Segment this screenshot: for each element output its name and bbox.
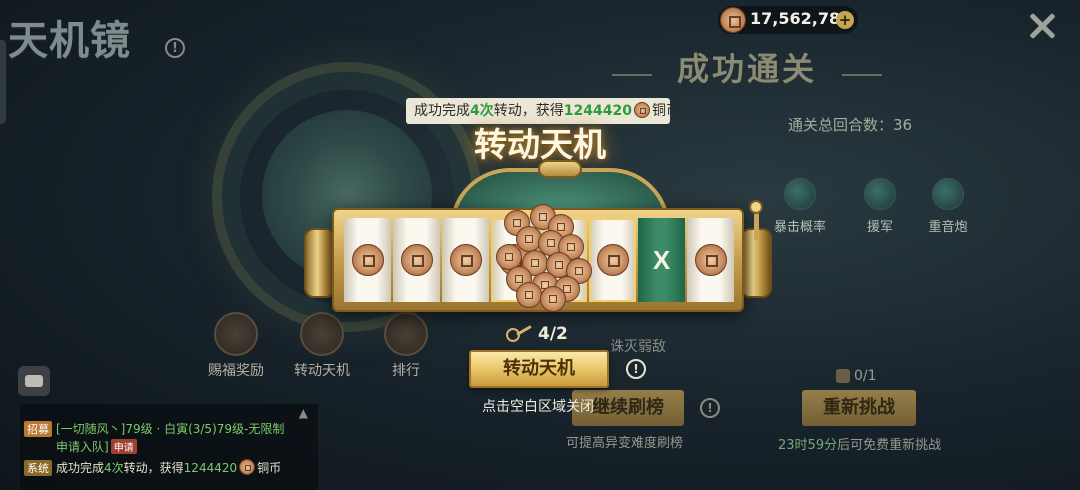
close-icon[interactable] — [1026, 10, 1058, 42]
key-counter: 4/2 — [506, 324, 568, 344]
system-text: 转动，获得 — [123, 461, 184, 475]
reinforcement-buff-icon — [864, 178, 896, 210]
gift-icon — [214, 312, 258, 356]
toast-unit: 铜币 — [651, 103, 680, 119]
side-tab-handle[interactable] — [0, 40, 6, 124]
slot-reel-6 — [589, 218, 636, 302]
copper-coin-icon — [694, 244, 727, 276]
buff-cannon[interactable]: 重音炮 — [918, 178, 978, 235]
copper-coin-icon — [540, 286, 566, 312]
system-unit: 铜币 — [257, 461, 282, 475]
buff-crit[interactable]: 暴击概率 — [770, 178, 830, 235]
retry-hint: 23时59分后可免费重新挑战 — [778, 434, 941, 453]
ranking-icon — [384, 312, 428, 356]
continue-hint: 可提高异变难度刷榜 — [566, 436, 684, 451]
slot-reel-3 — [442, 218, 489, 302]
slot-machine-knob — [538, 160, 582, 178]
chat-icon[interactable] — [18, 366, 50, 396]
menu-label: 转动天机 — [294, 363, 350, 379]
plus-icon[interactable]: + — [836, 11, 854, 29]
slot-reel-8 — [687, 218, 734, 302]
spin-button[interactable]: 转动天机 — [469, 350, 609, 388]
buff-label: 援军 — [866, 220, 893, 235]
slot-reel-1 — [344, 218, 391, 302]
modal-title: 转动天机 — [474, 125, 606, 164]
system-tag: 系统 — [24, 460, 52, 476]
copper-coin-icon — [449, 244, 482, 276]
retry-button[interactable]: 重新挑战 — [802, 390, 916, 426]
total-rounds-label: 通关总回合数：36 — [788, 116, 913, 134]
retry-hint-text: 后可免费重新挑战 — [837, 438, 942, 453]
buff-label: 暴击概率 — [773, 220, 826, 235]
copper-coin-icon — [239, 459, 256, 475]
copper-coin-icon — [633, 102, 650, 118]
toast-text: 转动，获得 — [493, 103, 564, 119]
slot-reel-7: X — [638, 218, 685, 302]
system-count: 4次 — [104, 461, 124, 475]
copper-coin-icon — [720, 7, 746, 33]
retry-countdown: 23时59分 — [778, 438, 838, 453]
chat-message: 申请入队] 申请 — [56, 438, 141, 455]
buff-label: 重音炮 — [928, 220, 968, 235]
menu-label: 排行 — [392, 363, 420, 379]
currency-bar: 17,562,782 + — [718, 6, 858, 34]
menu-blessing-reward[interactable]: 赐福奖励 — [200, 312, 272, 380]
copper-coin-icon — [596, 244, 629, 276]
crit-buff-icon — [784, 178, 816, 210]
chat-message: 招募 [一切随风丶]79级 · 白寅(3/5)79级-无限制 — [24, 420, 284, 437]
recruit-tag: 招募 — [24, 421, 52, 437]
close-hint: 点击空白区域关闭 — [482, 399, 594, 415]
page-title: 天机镜 — [8, 17, 131, 64]
apply-button[interactable]: 申请 — [110, 439, 137, 454]
chat-panel[interactable]: ▲ 招募 [一切随风丶]79级 · 白寅(3/5)79级-无限制 申请入队] 申请 … — [20, 404, 318, 490]
coin-pile-decoration — [486, 200, 592, 312]
recruit-text[interactable]: [一切随风丶]79级 · 白寅(3/5)79级-无限制 — [56, 422, 284, 436]
menu-spin-fate[interactable]: 转动天机 — [286, 312, 358, 380]
ticket-count-text: 0/1 — [854, 368, 877, 384]
slot-reel-2 — [393, 218, 440, 302]
key-count-text: 4/2 — [538, 324, 568, 344]
toast-text: 成功完成 — [414, 103, 470, 119]
challenge-ticket-count: 0/1 — [836, 368, 877, 384]
miss-symbol: X — [652, 244, 671, 275]
toast-count: 4次 — [470, 103, 494, 119]
system-text: 成功完成 — [56, 461, 105, 475]
copper-coin-icon — [351, 244, 384, 276]
info-icon[interactable]: ! — [626, 359, 646, 379]
copper-coin-icon — [516, 282, 542, 308]
toast-amount: 1244420 — [563, 103, 632, 119]
recruit-text-cont: 申请入队] — [56, 440, 109, 454]
lever-knob-icon[interactable] — [749, 200, 763, 214]
key-icon — [506, 327, 534, 342]
info-icon[interactable]: ! — [165, 38, 185, 58]
chat-message: 系统 成功完成4次转动，获得1244420 铜币 — [24, 459, 281, 476]
bottom-menu: 赐福奖励 转动天机 排行 — [200, 312, 440, 382]
wheel-icon — [300, 312, 344, 356]
system-amount: 1244420 — [183, 461, 238, 475]
info-icon[interactable]: ! — [700, 398, 720, 418]
buff-reinforcement[interactable]: 援军 — [850, 178, 910, 235]
success-banner: 成功通关 — [612, 44, 882, 94]
chevron-up-icon[interactable]: ▲ — [299, 406, 308, 420]
objective-label: 诛灭弱敌 — [610, 339, 666, 355]
copper-coin-icon — [400, 244, 433, 276]
cannon-buff-icon — [932, 178, 964, 210]
menu-label: 赐福奖励 — [208, 363, 264, 379]
ticket-icon — [836, 369, 850, 383]
menu-ranking[interactable]: 排行 — [370, 312, 442, 380]
